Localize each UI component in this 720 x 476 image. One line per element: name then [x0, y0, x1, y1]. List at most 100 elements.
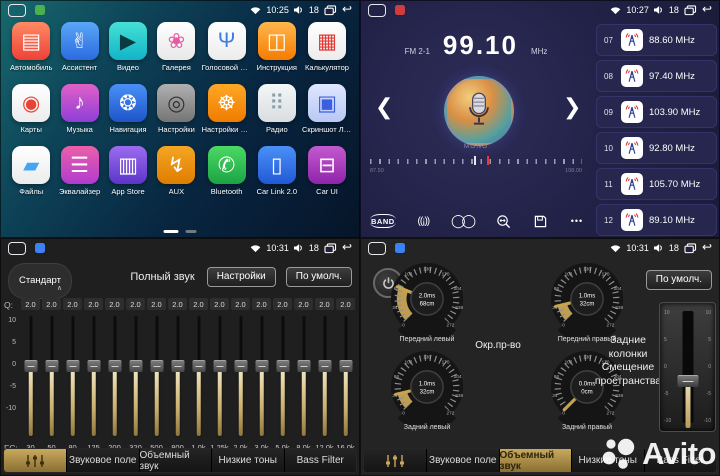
aux-app-icon[interactable]: ↯ — [157, 146, 195, 184]
app-store-app[interactable]: ▥ App Store — [105, 146, 151, 196]
home-button[interactable] — [368, 242, 386, 255]
band-slider[interactable] — [209, 314, 230, 440]
default-button[interactable]: По умолч. — [646, 270, 712, 290]
band-slider[interactable] — [167, 314, 188, 440]
home-button[interactable] — [368, 4, 386, 17]
band-q-value[interactable]: 2.0 — [168, 298, 187, 310]
maps-app[interactable]: ◉ Карты — [8, 84, 54, 134]
manual-app-icon[interactable]: ◫ — [258, 22, 296, 60]
band-slider[interactable] — [146, 314, 167, 440]
car-app[interactable]: ▤ Автомобиль — [8, 22, 54, 72]
back-button[interactable]: ↩ — [702, 4, 712, 14]
slider-handle[interactable] — [255, 360, 268, 372]
slider-handle[interactable] — [87, 360, 100, 372]
bluetooth-app-icon[interactable]: ✆ — [208, 146, 246, 184]
band-slider[interactable] — [62, 314, 83, 440]
gallery-app-icon[interactable]: ❀ — [157, 22, 195, 60]
tab-surround[interactable]: Объемный звук — [140, 449, 213, 472]
equalizer-app-icon[interactable]: ☰ — [61, 146, 99, 184]
band-q-value[interactable]: 2.0 — [126, 298, 145, 310]
slider-handle[interactable] — [108, 360, 121, 372]
settings-button[interactable]: Настройки — [207, 267, 276, 287]
band-q-value[interactable]: 2.0 — [63, 298, 82, 310]
delay-gauge-rear-left[interactable]: 03468102136170204238272 1.0ms 32cm Задни… — [388, 348, 466, 431]
more-options-button[interactable]: ••• — [568, 216, 586, 226]
voice-search-app[interactable]: Ψ Голосовой пои.. — [202, 22, 252, 72]
save-station-button[interactable] — [531, 215, 549, 228]
band-q-value[interactable]: 2.0 — [42, 298, 61, 310]
band-slider[interactable] — [230, 314, 251, 440]
running-app-icon[interactable] — [35, 243, 45, 253]
recent-apps-icon[interactable] — [324, 5, 337, 16]
bluetooth-app[interactable]: ✆ Bluetooth — [202, 146, 252, 196]
slider-handle[interactable] — [24, 360, 37, 372]
navigation-app-icon[interactable]: ❂ — [109, 84, 147, 122]
running-app-icon[interactable] — [395, 243, 405, 253]
steering-settings-app[interactable]: ☸ Настройки руля — [202, 84, 252, 134]
assistant-app-icon[interactable]: ✌ — [61, 22, 99, 60]
band-q-value[interactable]: 2.0 — [210, 298, 229, 310]
band-q-value[interactable]: 2.0 — [105, 298, 124, 310]
band-slider[interactable] — [314, 314, 335, 440]
band-q-value[interactable]: 2.0 — [21, 298, 40, 310]
tab-surround[interactable]: Объемный звук — [500, 449, 573, 472]
slider-handle[interactable] — [276, 360, 289, 372]
running-app-icon[interactable] — [35, 5, 45, 15]
band-slider[interactable] — [83, 314, 104, 440]
stereo-icon[interactable]: ◯◯ — [451, 213, 476, 229]
band-slider[interactable] — [251, 314, 272, 440]
band-q-value[interactable]: 2.0 — [315, 298, 334, 310]
slider-handle[interactable] — [129, 360, 142, 372]
tab-sound-field[interactable]: Звуковое поле — [427, 449, 500, 472]
voice-search-app-icon[interactable]: Ψ — [208, 22, 246, 60]
back-button[interactable]: ↩ — [342, 242, 352, 252]
slider-handle[interactable] — [192, 360, 205, 372]
files-app[interactable]: ▰ Файлы — [8, 146, 54, 196]
band-slider[interactable] — [104, 314, 125, 440]
settings-app-icon[interactable]: ◎ — [157, 84, 195, 122]
prev-station-button[interactable]: ❮ — [375, 94, 393, 120]
steering-settings-app-icon[interactable]: ☸ — [208, 84, 246, 122]
station-preset[interactable]: 10 92.80 MHz — [596, 132, 717, 164]
band-q-value[interactable]: 2.0 — [189, 298, 208, 310]
page-indicator[interactable] — [164, 230, 197, 234]
band-slider[interactable] — [272, 314, 293, 440]
aux-app[interactable]: ↯ AUX — [153, 146, 199, 196]
video-app-icon[interactable]: ▶ — [109, 22, 147, 60]
slider-handle[interactable] — [318, 360, 331, 372]
antenna-icon[interactable]: ((¡)) — [414, 216, 432, 227]
recent-apps-icon[interactable] — [684, 5, 697, 16]
rear-offset-fader[interactable]: 1050-5-10 1050-5-10 — [659, 302, 716, 432]
screenshot-app-icon[interactable]: ▣ — [308, 84, 346, 122]
eq-preset-dropdown[interactable]: Стандарт ∧ — [8, 263, 72, 299]
fader-handle[interactable] — [677, 375, 698, 387]
maps-app-icon[interactable]: ◉ — [12, 84, 50, 122]
band-q-value[interactable]: 2.0 — [252, 298, 271, 310]
band-slider[interactable] — [41, 314, 62, 440]
back-button[interactable]: ↩ — [342, 4, 352, 14]
station-preset[interactable]: 12 89.10 MHz — [596, 204, 717, 236]
station-preset[interactable]: 07 88.60 MHz — [596, 24, 717, 56]
default-button[interactable]: По умолч. — [286, 267, 352, 287]
radio-app[interactable]: ⠿ Радио — [254, 84, 300, 134]
settings-app[interactable]: ◎ Настройки — [153, 84, 199, 134]
music-app-icon[interactable]: ♪ — [61, 84, 99, 122]
band-slider[interactable] — [20, 314, 41, 440]
slider-handle[interactable] — [297, 360, 310, 372]
video-app[interactable]: ▶ Видео — [105, 22, 151, 72]
band-q-value[interactable]: 2.0 — [147, 298, 166, 310]
tab-bass-filter[interactable]: Bass Filter — [285, 449, 357, 472]
manual-app[interactable]: ◫ Инструкция — [254, 22, 300, 72]
radio-app-icon[interactable]: ⠿ — [258, 84, 296, 122]
band-q-value[interactable]: 2.0 — [336, 298, 355, 310]
recent-apps-icon[interactable] — [324, 243, 337, 254]
band-q-value[interactable]: 2.0 — [84, 298, 103, 310]
screenshot-app[interactable]: ▣ Скриншот Лег.. — [302, 84, 352, 134]
scan-button[interactable] — [495, 214, 513, 229]
band-slider[interactable] — [188, 314, 209, 440]
calculator-app[interactable]: ▦ Калькулятор — [302, 22, 352, 72]
home-button[interactable] — [8, 4, 26, 17]
slider-handle[interactable] — [234, 360, 247, 372]
car-ui-app-icon[interactable]: ⊟ — [308, 146, 346, 184]
band-q-value[interactable]: 2.0 — [273, 298, 292, 310]
